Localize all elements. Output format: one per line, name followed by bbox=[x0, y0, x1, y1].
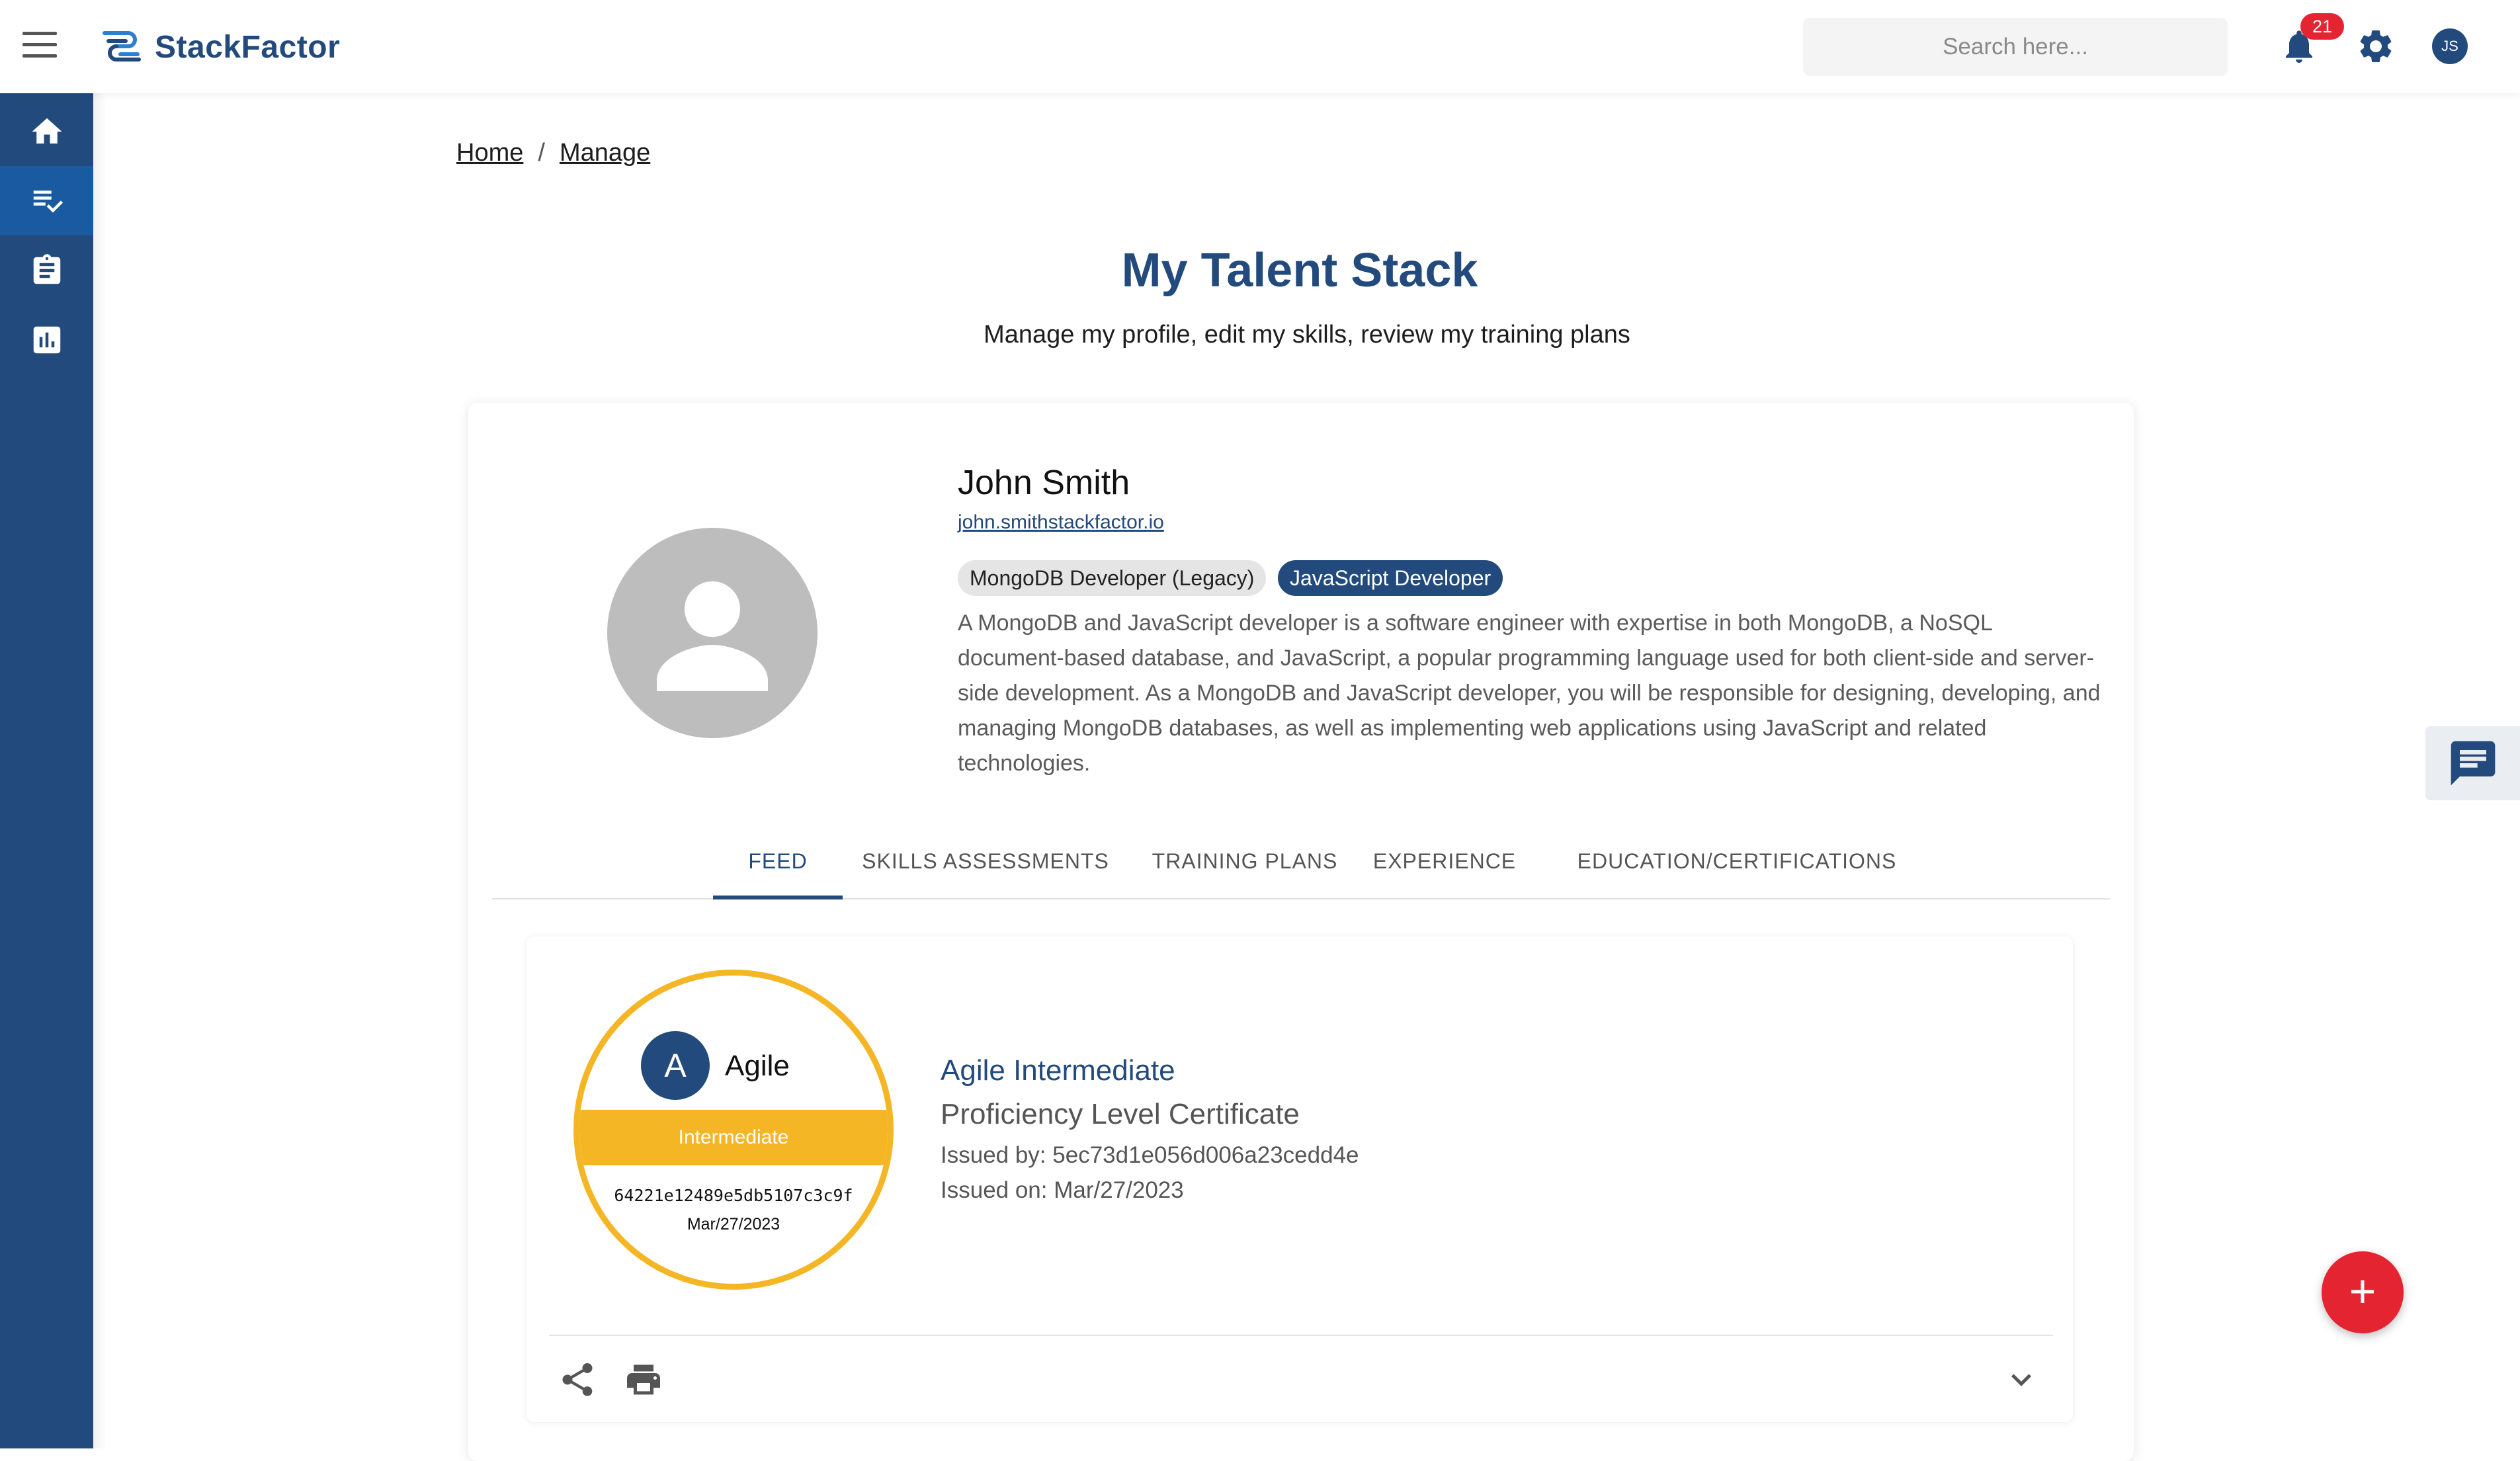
badge-skill-name: Agile bbox=[725, 1050, 790, 1082]
notifications-count-badge: 21 bbox=[2300, 13, 2344, 40]
tab-education-certifications[interactable]: EDUCATION/CERTIFICATIONS bbox=[1558, 827, 1915, 896]
brand-name: StackFactor bbox=[155, 29, 341, 65]
sidebar-item-reports[interactable] bbox=[0, 305, 93, 374]
page-subtitle: Manage my profile, edit my skills, revie… bbox=[984, 321, 1630, 349]
tab-skills-assessments[interactable]: SKILLS ASSESSMENTS bbox=[860, 827, 1111, 896]
sidebar-item-home[interactable] bbox=[0, 97, 93, 166]
breadcrumb-manage-link[interactable]: Manage bbox=[560, 139, 650, 167]
share-icon bbox=[562, 1363, 593, 1396]
page-title: My Talent Stack bbox=[0, 243, 2520, 298]
clipboard-icon bbox=[33, 253, 60, 284]
profile-name: John Smith bbox=[958, 464, 1130, 502]
search-input[interactable] bbox=[1803, 18, 2228, 76]
feed-item-subtitle: Proficiency Level Certificate bbox=[941, 1098, 1300, 1130]
settings-gear-icon[interactable] bbox=[2356, 26, 2396, 66]
print-button[interactable] bbox=[624, 1360, 663, 1399]
profile-tabs: FEED SKILLS ASSESSMENTS TRAINING PLANS E… bbox=[492, 827, 2110, 899]
chevron-down-icon bbox=[2011, 1374, 2031, 1386]
stackfactor-logo-icon bbox=[103, 31, 141, 62]
expand-button[interactable] bbox=[2001, 1360, 2041, 1399]
hamburger-menu-icon[interactable] bbox=[22, 32, 57, 61]
profile-email-link[interactable]: john.smithstackfactor.io bbox=[958, 511, 1164, 534]
home-icon bbox=[32, 118, 62, 144]
role-chip-mongodb[interactable]: MongoDB Developer (Legacy) bbox=[958, 560, 1267, 596]
bar-chart-icon bbox=[33, 326, 60, 353]
breadcrumb-home-link[interactable]: Home bbox=[456, 139, 523, 167]
feedback-chat-button[interactable] bbox=[2425, 726, 2520, 800]
feed-divider bbox=[549, 1335, 2053, 1336]
profile-description: A MongoDB and JavaScript developer is a … bbox=[958, 610, 2101, 776]
tab-feed[interactable]: FEED bbox=[713, 827, 843, 899]
page-title-text: My Talent Stack bbox=[1121, 244, 1478, 297]
print-icon bbox=[627, 1364, 660, 1395]
tab-experience[interactable]: EXPERIENCE bbox=[1365, 827, 1524, 896]
person-icon bbox=[657, 581, 768, 691]
user-avatar[interactable]: JS bbox=[2432, 28, 2468, 64]
share-button[interactable] bbox=[558, 1360, 597, 1399]
playlist-check-icon bbox=[33, 190, 63, 213]
sidebar-item-manage[interactable] bbox=[0, 166, 93, 235]
profile-avatar bbox=[607, 528, 818, 738]
chat-icon bbox=[2451, 741, 2495, 786]
feed-issued-by: Issued by: 5ec73d1e056d006a23cedd4e bbox=[941, 1142, 1359, 1168]
role-chip-javascript[interactable]: JavaScript Developer bbox=[1278, 560, 1503, 596]
badge-level-band: Intermediate bbox=[579, 1110, 888, 1165]
add-fab-button[interactable]: + bbox=[2322, 1251, 2404, 1333]
sidebar-nav bbox=[0, 93, 93, 1448]
feed-item-title[interactable]: Agile Intermediate bbox=[941, 1054, 1175, 1087]
brand-logo[interactable]: StackFactor bbox=[99, 24, 340, 70]
top-app-bar: StackFactor 21 JS bbox=[0, 0, 2520, 93]
badge-date: Mar/27/2023 bbox=[687, 1215, 780, 1233]
sidebar-item-assessments[interactable] bbox=[0, 235, 93, 305]
certificate-badge[interactable]: A Agile Intermediate 64221e12489e5db5107… bbox=[573, 970, 894, 1290]
breadcrumb: Home / Manage bbox=[456, 139, 650, 167]
badge-certificate-id: 64221e12489e5db5107c3c9f bbox=[614, 1186, 853, 1205]
skill-initial-avatar: A bbox=[641, 1031, 710, 1100]
tab-training-plans[interactable]: TRAINING PLANS bbox=[1146, 827, 1344, 896]
breadcrumb-separator: / bbox=[538, 139, 545, 167]
feed-issued-on: Issued on: Mar/27/2023 bbox=[941, 1177, 1184, 1203]
